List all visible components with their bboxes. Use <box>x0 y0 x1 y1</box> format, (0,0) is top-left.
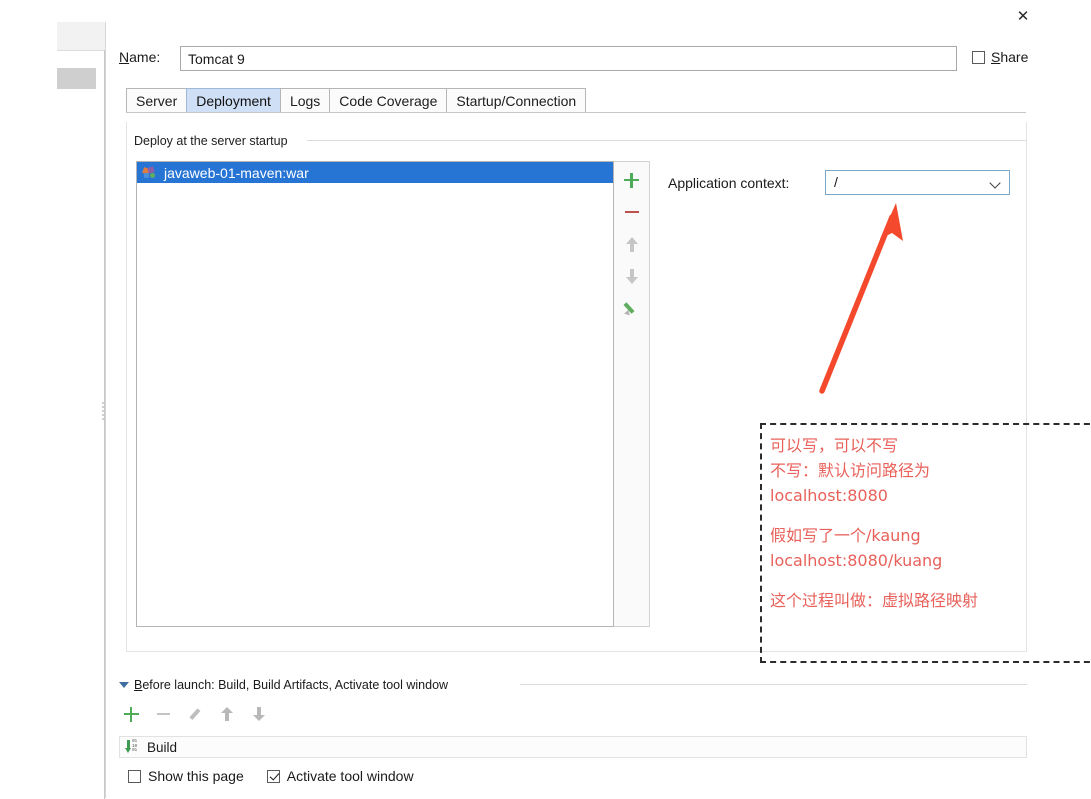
arrow-down-icon <box>253 707 265 721</box>
annotation-line: 这个过程叫做：虚拟路径映射 <box>770 591 979 610</box>
splitter-dot <box>102 410 104 412</box>
chevron-down-icon[interactable] <box>991 179 1000 188</box>
sidebar-panel-inner <box>57 50 105 799</box>
deploy-group-separator <box>307 140 1027 141</box>
before-launch-label: Before launch: Build, Build Artifacts, A… <box>134 678 448 692</box>
arrow-down-icon <box>625 268 639 284</box>
minus-icon <box>624 210 639 214</box>
list-item-label: javaweb-01-maven:war <box>164 164 309 181</box>
tab-startup-connection[interactable]: Startup/Connection <box>446 88 587 113</box>
name-input[interactable] <box>180 46 957 71</box>
before-launch-task-row[interactable]: 01 10 01 Build <box>119 736 1027 758</box>
name-label-rest: ame: <box>129 49 161 65</box>
deployment-list-toolbar <box>614 161 650 627</box>
splitter-dot <box>102 406 104 408</box>
tab-logs[interactable]: Logs <box>279 88 330 113</box>
name-label: Name: <box>119 49 160 65</box>
activate-tool-window-checkbox[interactable] <box>266 769 280 783</box>
tab-server[interactable]: Server <box>126 88 187 113</box>
list-item[interactable]: javaweb-01-maven:war <box>137 162 613 183</box>
annotation-line: 不写：默认访问路径为 <box>770 461 931 480</box>
before-launch-header[interactable]: Before launch: Build, Build Artifacts, A… <box>119 678 448 692</box>
share-checkbox-row[interactable]: Share <box>972 49 1028 65</box>
plus-icon <box>123 706 139 722</box>
annotation-note-box: 可以写，可以不写 不写：默认访问路径为 localhost:8080 假如写了一… <box>760 423 1091 663</box>
share-label-rest: hare <box>1000 49 1029 65</box>
arrow-up-icon <box>625 236 639 252</box>
arrow-up-icon <box>221 707 233 721</box>
task-move-down-button[interactable] <box>249 704 269 724</box>
pencil-icon <box>188 707 203 722</box>
add-button[interactable] <box>620 168 644 192</box>
deployment-list[interactable]: javaweb-01-maven:war <box>136 161 614 627</box>
build-icon: 01 10 01 <box>125 739 140 754</box>
artifact-war-icon <box>142 165 157 180</box>
annotation-line: localhost:8080/kuang <box>770 551 943 570</box>
edit-button[interactable] <box>620 296 644 320</box>
annotation-spacer <box>770 573 1091 588</box>
show-this-page-option[interactable]: Show this page <box>128 768 244 784</box>
splitter-dot <box>102 414 104 416</box>
before-launch-separator <box>520 684 1027 685</box>
minus-icon <box>156 712 170 716</box>
annotation-line: 假如写了一个/kaung <box>770 526 921 545</box>
pencil-icon <box>622 300 640 318</box>
sidebar-item-selected[interactable] <box>57 68 96 89</box>
task-move-up-button[interactable] <box>217 704 237 724</box>
share-checkbox[interactable] <box>972 50 985 64</box>
share-label: Share <box>991 49 1028 65</box>
before-launch-label-rest: efore launch: Build, Build Artifacts, Ac… <box>142 678 449 692</box>
before-launch-toolbar <box>121 704 269 724</box>
chevron-down-icon[interactable] <box>119 682 129 688</box>
plus-icon <box>624 172 639 188</box>
show-this-page-checkbox[interactable] <box>128 769 141 783</box>
remove-button[interactable] <box>620 200 644 224</box>
name-row: Name: Share <box>119 46 1079 71</box>
deploy-group-title: Deploy at the server startup <box>134 134 295 148</box>
application-context-label: Application context: <box>668 175 790 191</box>
move-up-button[interactable] <box>620 232 644 256</box>
before-launch-task-label: Build <box>147 739 178 755</box>
close-icon[interactable]: ✕ <box>1013 6 1033 26</box>
share-label-accel: S <box>991 49 1001 65</box>
name-label-accel: N <box>119 49 130 65</box>
window-left-margin <box>0 0 57 798</box>
tab-bar[interactable]: Server Deployment Logs Code Coverage Sta… <box>126 88 587 113</box>
application-context-value: / <box>834 174 838 190</box>
activate-tool-window-option[interactable]: Activate tool window <box>266 768 414 784</box>
move-down-button[interactable] <box>620 264 644 288</box>
add-task-button[interactable] <box>121 704 141 724</box>
annotation-line: localhost:8080 <box>770 486 888 505</box>
splitter-dot <box>102 402 104 404</box>
edit-task-button[interactable] <box>185 704 205 724</box>
show-this-page-label: Show this page <box>148 768 244 784</box>
annotation-spacer <box>770 508 1091 523</box>
tab-bar-underline <box>126 112 1026 113</box>
activate-tool-window-label: Activate tool window <box>286 768 414 784</box>
before-launch-options: Show this page Activate tool window <box>128 768 414 784</box>
splitter-dot <box>102 418 104 420</box>
remove-task-button[interactable] <box>153 704 173 724</box>
tab-deployment[interactable]: Deployment <box>186 88 280 113</box>
tab-code-coverage[interactable]: Code Coverage <box>329 88 447 113</box>
annotation-line: 可以写，可以不写 <box>770 436 899 455</box>
application-context-combobox[interactable]: / <box>825 170 1010 195</box>
